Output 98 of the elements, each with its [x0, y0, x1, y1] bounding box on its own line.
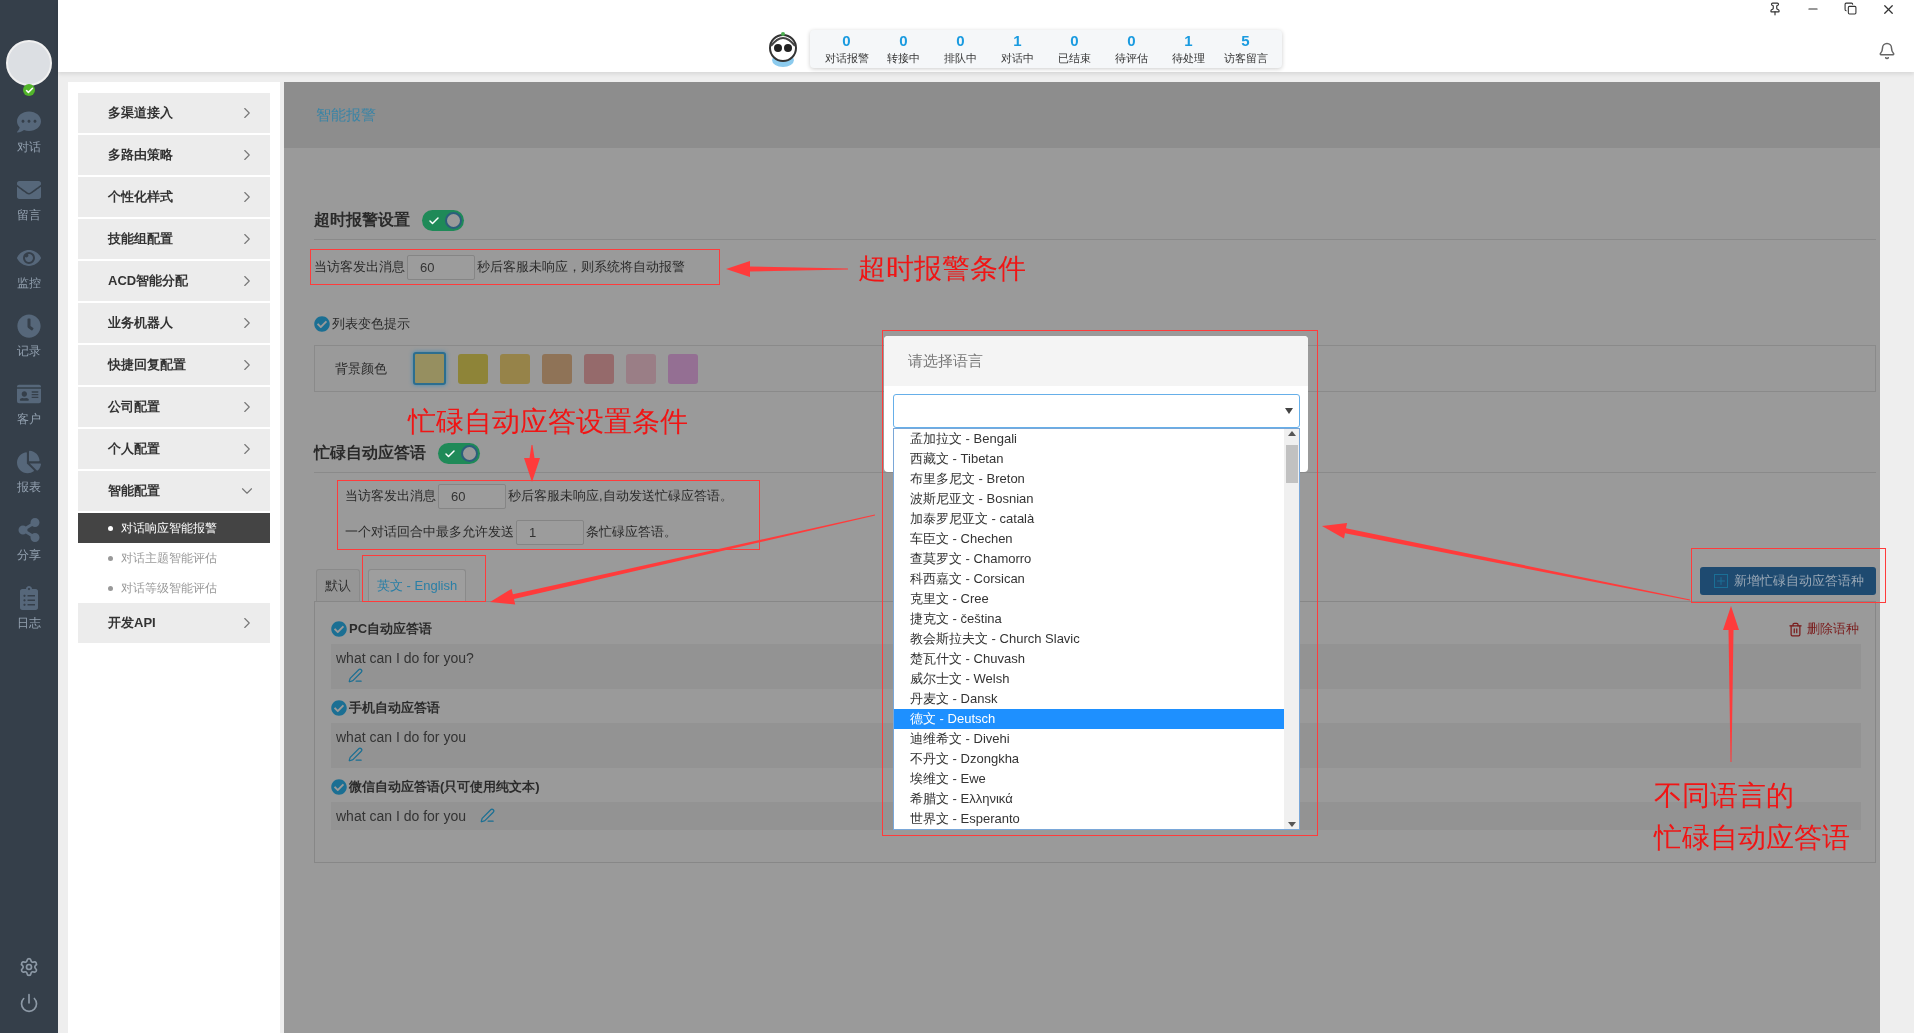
- menu-item[interactable]: 公司配置: [78, 387, 270, 427]
- contact-card-icon[interactable]: [17, 382, 41, 406]
- scrollbar[interactable]: [1284, 429, 1299, 829]
- section-title: 超时报警设置: [314, 210, 410, 230]
- dialog-title: 请选择语言: [884, 336, 1308, 386]
- add-language-button[interactable]: 新增忙碌自动应答语种: [1700, 567, 1876, 595]
- nav-label[interactable]: 记录: [17, 343, 41, 360]
- language-tab[interactable]: 默认: [316, 569, 360, 601]
- share-icon[interactable]: [17, 518, 41, 542]
- toggle-switch[interactable]: [438, 443, 480, 464]
- stat-label: 对话中: [1001, 51, 1034, 66]
- menu-item[interactable]: 多渠道接入: [78, 93, 270, 133]
- menu-item[interactable]: 智能配置: [78, 471, 270, 511]
- edit-icon[interactable]: [348, 668, 363, 683]
- color-swatch[interactable]: [668, 353, 698, 384]
- edit-icon[interactable]: [479, 808, 495, 823]
- color-swatch[interactable]: [413, 352, 446, 385]
- annotation-text: 忙碌自动应答设置条件: [408, 405, 688, 439]
- field-label: 一个对话回合中最多允许发送: [345, 523, 514, 541]
- nav-label[interactable]: 对话: [17, 139, 41, 156]
- reply-title: 微信自动应答语(只可使用纯文本): [349, 778, 540, 796]
- menu-item[interactable]: 个人配置: [78, 429, 270, 469]
- nav-label[interactable]: 客户: [17, 411, 41, 428]
- stat-label: 待评估: [1115, 51, 1148, 66]
- page-title: 智能报警: [284, 82, 1880, 148]
- color-swatch[interactable]: [542, 353, 572, 384]
- check-icon: [444, 447, 456, 460]
- close-icon[interactable]: [1881, 2, 1896, 17]
- field-label: 条忙碌应答语。: [586, 523, 677, 541]
- checkbox-label: 列表变色提示: [332, 315, 410, 333]
- number-input[interactable]: 60: [407, 254, 475, 280]
- mascot-logo-icon: [766, 30, 800, 68]
- panel-label: 背景颜色: [335, 359, 387, 378]
- submenu-item[interactable]: 对话响应智能报警: [78, 513, 270, 543]
- menu-item[interactable]: 快捷回复配置: [78, 345, 270, 385]
- plus-icon: [1714, 574, 1728, 588]
- stat-label: 访客留言: [1223, 51, 1268, 66]
- menu-item[interactable]: 开发API: [78, 603, 270, 643]
- reply-title: 手机自动应答语: [349, 699, 440, 717]
- field-label: 当访客发出消息: [345, 487, 436, 505]
- toggle-switch[interactable]: [422, 210, 464, 231]
- color-swatch[interactable]: [458, 353, 488, 384]
- section-title: 忙碌自动应答语: [314, 443, 426, 463]
- scroll-up-icon[interactable]: [1287, 431, 1296, 436]
- delete-language-link[interactable]: 删除语种: [1788, 620, 1859, 638]
- pin-icon[interactable]: [1768, 2, 1782, 16]
- restore-icon[interactable]: [1844, 2, 1857, 15]
- checkbox[interactable]: [331, 621, 347, 637]
- stat-label: 已结束: [1058, 51, 1091, 66]
- menu-item[interactable]: 多路由策略: [78, 135, 270, 175]
- clipboard-icon[interactable]: [17, 586, 41, 610]
- checkbox[interactable]: [331, 700, 347, 716]
- number-input[interactable]: 60: [438, 483, 506, 509]
- scrollbar-thumb[interactable]: [1285, 445, 1298, 483]
- number-input[interactable]: 1: [516, 519, 584, 545]
- reply-text: what can I do for you?: [336, 650, 474, 666]
- check-icon: [428, 214, 440, 227]
- envelope-icon[interactable]: [17, 178, 41, 202]
- reply-title: PC自动应答语: [349, 620, 433, 638]
- online-status-icon: [23, 84, 35, 96]
- stat-label: 排队中: [944, 51, 977, 66]
- annotation-text: 不同语言的: [1654, 779, 1794, 813]
- reply-text: what can I do for you: [336, 729, 466, 745]
- nav-label[interactable]: 分享: [17, 547, 41, 564]
- clock-icon[interactable]: [17, 314, 41, 338]
- field-label: 当访客发出消息: [314, 258, 405, 276]
- color-swatch[interactable]: [584, 353, 614, 384]
- annotation-arrow: [524, 445, 540, 482]
- stat-label: 转接中: [887, 51, 920, 66]
- bell-icon[interactable]: [1878, 42, 1896, 60]
- menu-item[interactable]: 个性化样式: [78, 177, 270, 217]
- scroll-down-icon[interactable]: [1287, 822, 1296, 827]
- field-label: 秒后客服未响应，则系统将自动报警: [477, 258, 685, 276]
- pie-chart-icon[interactable]: [17, 450, 41, 474]
- nav-label[interactable]: 监控: [17, 275, 41, 292]
- color-swatch[interactable]: [500, 353, 530, 384]
- edit-icon[interactable]: [348, 747, 363, 762]
- reply-text: what can I do for you: [336, 808, 466, 824]
- color-swatch[interactable]: [626, 353, 656, 384]
- menu-item[interactable]: 业务机器人: [78, 303, 270, 343]
- caret-icon: [1285, 408, 1293, 414]
- nav-label[interactable]: 报表: [17, 479, 41, 496]
- nav-label[interactable]: 留言: [17, 207, 41, 224]
- checkbox[interactable]: [331, 779, 347, 795]
- settings-icon[interactable]: [19, 957, 39, 977]
- trash-icon: [1788, 621, 1803, 637]
- user-avatar[interactable]: [6, 40, 52, 86]
- field-label: 秒后客服未响应,自动发送忙碌应答语。: [508, 487, 733, 505]
- menu-item[interactable]: 技能组配置: [78, 219, 270, 259]
- power-icon[interactable]: [19, 993, 39, 1013]
- annotation-text: 超时报警条件: [858, 252, 1026, 286]
- chat-bubble-icon[interactable]: [17, 110, 41, 134]
- stat-label: 对话报警: [824, 51, 869, 66]
- menu-item[interactable]: ACD智能分配: [78, 261, 270, 301]
- stat-label: 待处理: [1172, 51, 1205, 66]
- nav-label[interactable]: 日志: [17, 615, 41, 632]
- annotation-text: 忙碌自动应答语: [1654, 821, 1850, 855]
- checkbox[interactable]: [314, 316, 330, 332]
